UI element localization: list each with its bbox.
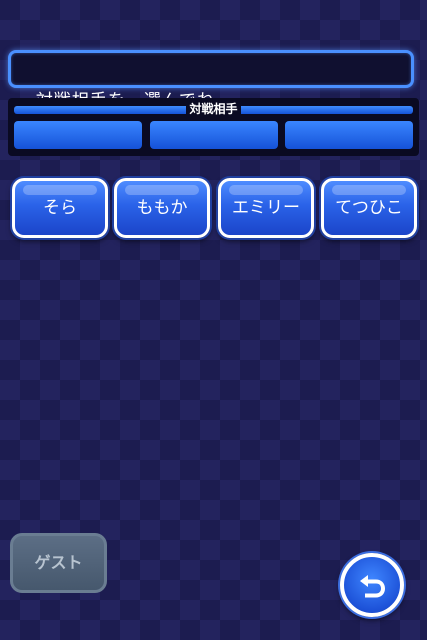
opponent-slot-1 (14, 121, 142, 149)
back-arrow-icon (360, 575, 385, 598)
opponent-slot-2 (150, 121, 278, 149)
character-button-momoka[interactable]: ももか (114, 178, 210, 238)
guest-button-label: ゲスト (34, 553, 83, 572)
character-label: エミリー (232, 198, 300, 218)
guest-button[interactable]: ゲスト (10, 533, 107, 593)
back-button[interactable] (340, 553, 404, 617)
character-label: てつひこ (335, 198, 403, 218)
character-button-sora[interactable]: そら (12, 178, 108, 238)
character-button-tetsuhiko[interactable]: てつひこ (321, 178, 417, 238)
opponent-panel: 対戦相手 (8, 98, 419, 156)
message-box: 対戦相手を 選んでね。 (8, 50, 414, 111)
opponent-title: 対戦相手 (8, 102, 419, 116)
character-button-emily[interactable]: エミリー (218, 178, 314, 238)
character-label: そら (43, 198, 77, 218)
opponent-slot-3 (285, 121, 413, 149)
character-label: ももか (136, 198, 188, 218)
